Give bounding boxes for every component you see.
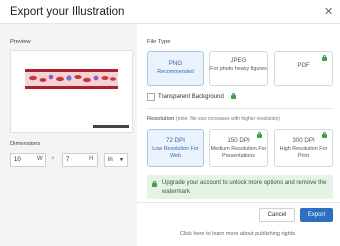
width-tag: W: [37, 156, 43, 162]
lock-icon: [152, 180, 157, 187]
preview-label: Preview: [10, 39, 31, 45]
preview-image: [10, 50, 133, 133]
unit-select[interactable]: in ▼: [104, 153, 128, 167]
dpi72-title: 72 DPI: [166, 137, 185, 144]
publishing-rights-link[interactable]: Click here to learn more about publishin…: [180, 231, 295, 237]
file-type-jpeg[interactable]: JPEG For photo heavy figures: [209, 51, 268, 86]
lock-icon: [322, 131, 327, 138]
file-type-pdf[interactable]: PDF: [274, 51, 333, 86]
section-divider: [147, 108, 333, 109]
lock-icon: [231, 92, 236, 99]
unit-value: in: [108, 157, 113, 163]
upgrade-text[interactable]: Upgrade your account to unlock more opti…: [162, 179, 330, 197]
pdf-title: PDF: [297, 62, 310, 69]
resolution-note: (note: file size increases with higher r…: [176, 116, 280, 122]
dpi150-subtitle: Medium Resolution For Presentations: [210, 146, 267, 160]
resolution-72dpi[interactable]: 72 DPI Low Resolution For Web: [147, 129, 204, 167]
transparent-checkbox[interactable]: [147, 93, 155, 101]
dpi72-subtitle: Low Resolution For Web: [152, 146, 199, 160]
dpi300-subtitle: High Resolution For Print: [279, 146, 328, 160]
file-type-label: File Type: [147, 39, 171, 45]
resolution-heading: Resolution (note: file size increases wi…: [147, 116, 280, 122]
file-type-png[interactable]: PNG Recommended: [147, 51, 204, 86]
resolution-label: Resolution: [147, 116, 175, 122]
dpi300-title: 300 DPI: [292, 137, 315, 144]
footer-divider: [137, 202, 340, 203]
times-sign: ×: [51, 156, 55, 162]
jpeg-title: JPEG: [230, 57, 247, 64]
dimensions-label: Dimensions: [10, 141, 41, 147]
dpi150-title: 150 DPI: [227, 137, 250, 144]
jpeg-subtitle: For photo heavy figures: [210, 66, 267, 73]
close-icon[interactable]: ✕: [324, 5, 333, 18]
height-tag: H: [89, 156, 94, 162]
transparent-label: Transparent Background: [158, 94, 224, 100]
lock-icon: [257, 131, 262, 138]
cancel-button[interactable]: Cancel: [259, 208, 295, 222]
export-button[interactable]: Export: [300, 208, 333, 222]
lock-icon: [322, 54, 327, 61]
resolution-150dpi[interactable]: 150 DPI Medium Resolution For Presentati…: [209, 129, 268, 167]
png-subtitle: Recommended: [157, 69, 194, 76]
png-title: PNG: [168, 60, 183, 67]
dialog-title: Export your Illustration: [10, 6, 125, 18]
resolution-300dpi[interactable]: 300 DPI High Resolution For Print: [274, 129, 333, 167]
chevron-down-icon: ▼: [119, 157, 124, 163]
